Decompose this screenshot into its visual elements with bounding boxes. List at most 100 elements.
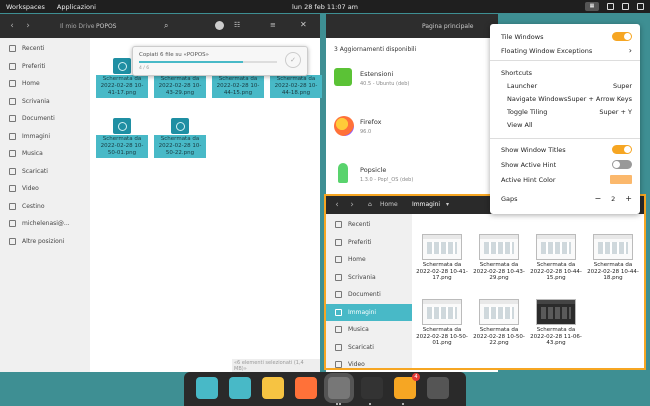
sidebar-item-documenti[interactable]: Documenti [326,286,412,304]
divider [490,60,640,61]
sidebar-item-scaricati[interactable]: Scaricati [0,163,90,181]
files-sidebar: Recenti Preferiti Home Scrivania Documenti Im… [326,214,412,369]
view-options-icon[interactable]: ☷ [234,21,240,29]
files-grid: Schermata da 2022-02-28 10-41-17.png Sche… [412,214,644,368]
update-item-estensioni[interactable]: Estensioni 40.5 - Ubuntu (deb) [332,66,492,96]
sidebar-item-scrivania[interactable]: Scrivania [0,93,90,111]
file-item[interactable]: Schermata da 2022-02-28 10-50-01.png [416,299,468,347]
chevron-down-icon[interactable]: ▾ [446,201,449,208]
progress-fill [139,61,243,63]
sidebar-item-preferiti[interactable]: Preferiti [326,234,412,252]
show-hint-row[interactable]: Show Active Hint [501,160,632,169]
terminal-icon[interactable] [361,377,383,399]
sidebar-item-label: Scaricati [22,167,48,175]
sidebar-item-cestino[interactable]: Cestino [0,198,90,216]
update-item-popsicle[interactable]: Popsicle 1.3.0 - Pop!_OS (deb) [332,162,492,192]
workspaces-app-icon[interactable] [229,377,251,399]
document-icon [9,115,16,123]
files-icon[interactable] [328,377,350,399]
forward-icon[interactable]: › [346,199,358,211]
window-close-icon[interactable]: ✕ [300,20,307,29]
back-icon[interactable]: ‹ [6,20,18,32]
file-item[interactable]: Schermata da 2022-02-28 11-06-43.png [530,299,582,347]
tile-windows-toggle[interactable] [612,32,632,41]
sidebar-item-video[interactable]: Video [326,356,412,374]
sidebar-item-label: Cestino [22,202,45,210]
pop-shop-icon[interactable] [394,377,416,399]
hint-color-swatch[interactable] [610,175,632,184]
app-grid-icon[interactable] [262,377,284,399]
document-icon [335,291,342,299]
hint-color-row[interactable]: Active Hint Color [501,175,632,184]
sidebar-item-immagini[interactable]: Immagini [326,303,412,321]
image-icon [335,308,342,316]
file-item[interactable]: Schermata da 2022-02-28 10-50-22.png [473,299,525,347]
progress-detail: 4 / 6 [139,66,150,71]
running-indicator [369,403,375,405]
show-titles-row[interactable]: Show Window Titles [501,145,632,154]
breadcrumb-home[interactable]: Home [380,201,398,208]
shortcut-row[interactable]: Navigate Windows Super + Arrow Keys [507,95,632,103]
sidebar-item-scrivania[interactable]: Scrivania [326,269,412,287]
sidebar-item-musica[interactable]: Musica [0,145,90,163]
settings-icon[interactable] [427,377,449,399]
update-item-firefox[interactable]: Firefox 96.0 [332,114,492,144]
power-icon[interactable] [637,3,644,10]
sidebar-item-label: Home [348,256,366,264]
sidebar-item-scaricati[interactable]: Scaricati [326,339,412,357]
files-window-images: ‹ › ⌂ Home Immagini ▾ Recenti Preferiti Ho… [326,196,644,369]
sidebar-item-altreposizioni[interactable]: Altre posizioni [0,233,90,251]
home-crumb-icon[interactable]: ⌂ [368,201,372,208]
file-item[interactable]: Schermata da 2022-02-28 10-50-01.png [96,118,148,158]
sidebar-item-label: Documenti [348,291,381,299]
sidebar-item-home[interactable]: Home [326,251,412,269]
sidebar-item-video[interactable]: Video [0,180,90,198]
check-icon[interactable]: ✓ [285,52,301,68]
search-app-icon[interactable] [196,377,218,399]
file-item[interactable]: Schermata da 2022-02-28 10-50-22.png [154,118,206,158]
search-icon[interactable]: ⌕ [164,21,168,31]
file-name: Schermata da 2022-02-28 10-44-15.png [212,75,264,98]
show-hint-toggle[interactable] [612,160,632,169]
sidebar-item-preferiti[interactable]: Preferiti [0,58,90,76]
breadcrumb-popos[interactable]: POPOS [96,23,117,30]
sidebar-item-documenti[interactable]: Documenti [0,110,90,128]
clock[interactable]: lun 28 feb 11:07 am [0,3,650,11]
show-titles-toggle[interactable] [612,145,632,154]
plus-icon[interactable]: + [625,194,632,203]
sidebar-item-michelenasi[interactable]: michelenasi@... [0,215,90,233]
tiling-menu-button[interactable]: ▦ [585,2,599,11]
breadcrumb-images[interactable]: Immagini [412,201,440,208]
shortcut-row[interactable]: Toggle Tiling Super + Y [507,108,632,116]
sidebar-item-label: Video [22,185,39,193]
sidebar-item-recenti[interactable]: Recenti [0,40,90,58]
sidebar-item-immagini[interactable]: Immagini [0,128,90,146]
shortcut-row[interactable]: Launcher Super [507,82,632,90]
sidebar-item-recenti[interactable]: Recenti [326,216,412,234]
firefox-icon[interactable] [295,377,317,399]
file-name: Schermata da 2022-02-28 10-44-18.png [270,75,322,98]
screen-icon[interactable] [607,3,614,10]
file-name: Schermata da 2022-02-28 10-50-22.png [473,327,525,346]
sidebar-item-label: Preferiti [348,238,372,246]
operations-icon[interactable] [215,21,224,30]
gaps-value[interactable]: 2 [611,195,615,203]
file-item[interactable]: Schermata da 2022-02-28 10-43-29.png [473,234,525,282]
minus-icon[interactable]: − [594,194,601,203]
sidebar-item-home[interactable]: Home [0,75,90,93]
screenshot-thumbnail [479,299,519,325]
tile-windows-row[interactable]: Tile Windows [501,32,632,41]
floating-exceptions-row[interactable]: Floating Window Exceptions › [501,46,632,55]
menu-icon[interactable]: ≡ [270,21,276,29]
network-icon[interactable] [622,3,629,10]
forward-icon[interactable]: › [22,20,34,32]
sidebar-item-musica[interactable]: Musica [326,321,412,339]
update-detail: 40.5 - Ubuntu (deb) [360,81,410,87]
shortcut-row[interactable]: View All [507,121,632,129]
file-item[interactable]: Schermata da 2022-02-28 10-44-15.png [530,234,582,282]
video-icon [335,361,342,369]
file-item[interactable]: Schermata da 2022-02-28 10-41-17.png [416,234,468,282]
file-item[interactable]: Schermata da 2022-02-28 10-44-18.png [587,234,639,282]
breadcrumb-drive[interactable]: Il mio Drive [60,23,94,30]
back-icon[interactable]: ‹ [331,199,343,211]
